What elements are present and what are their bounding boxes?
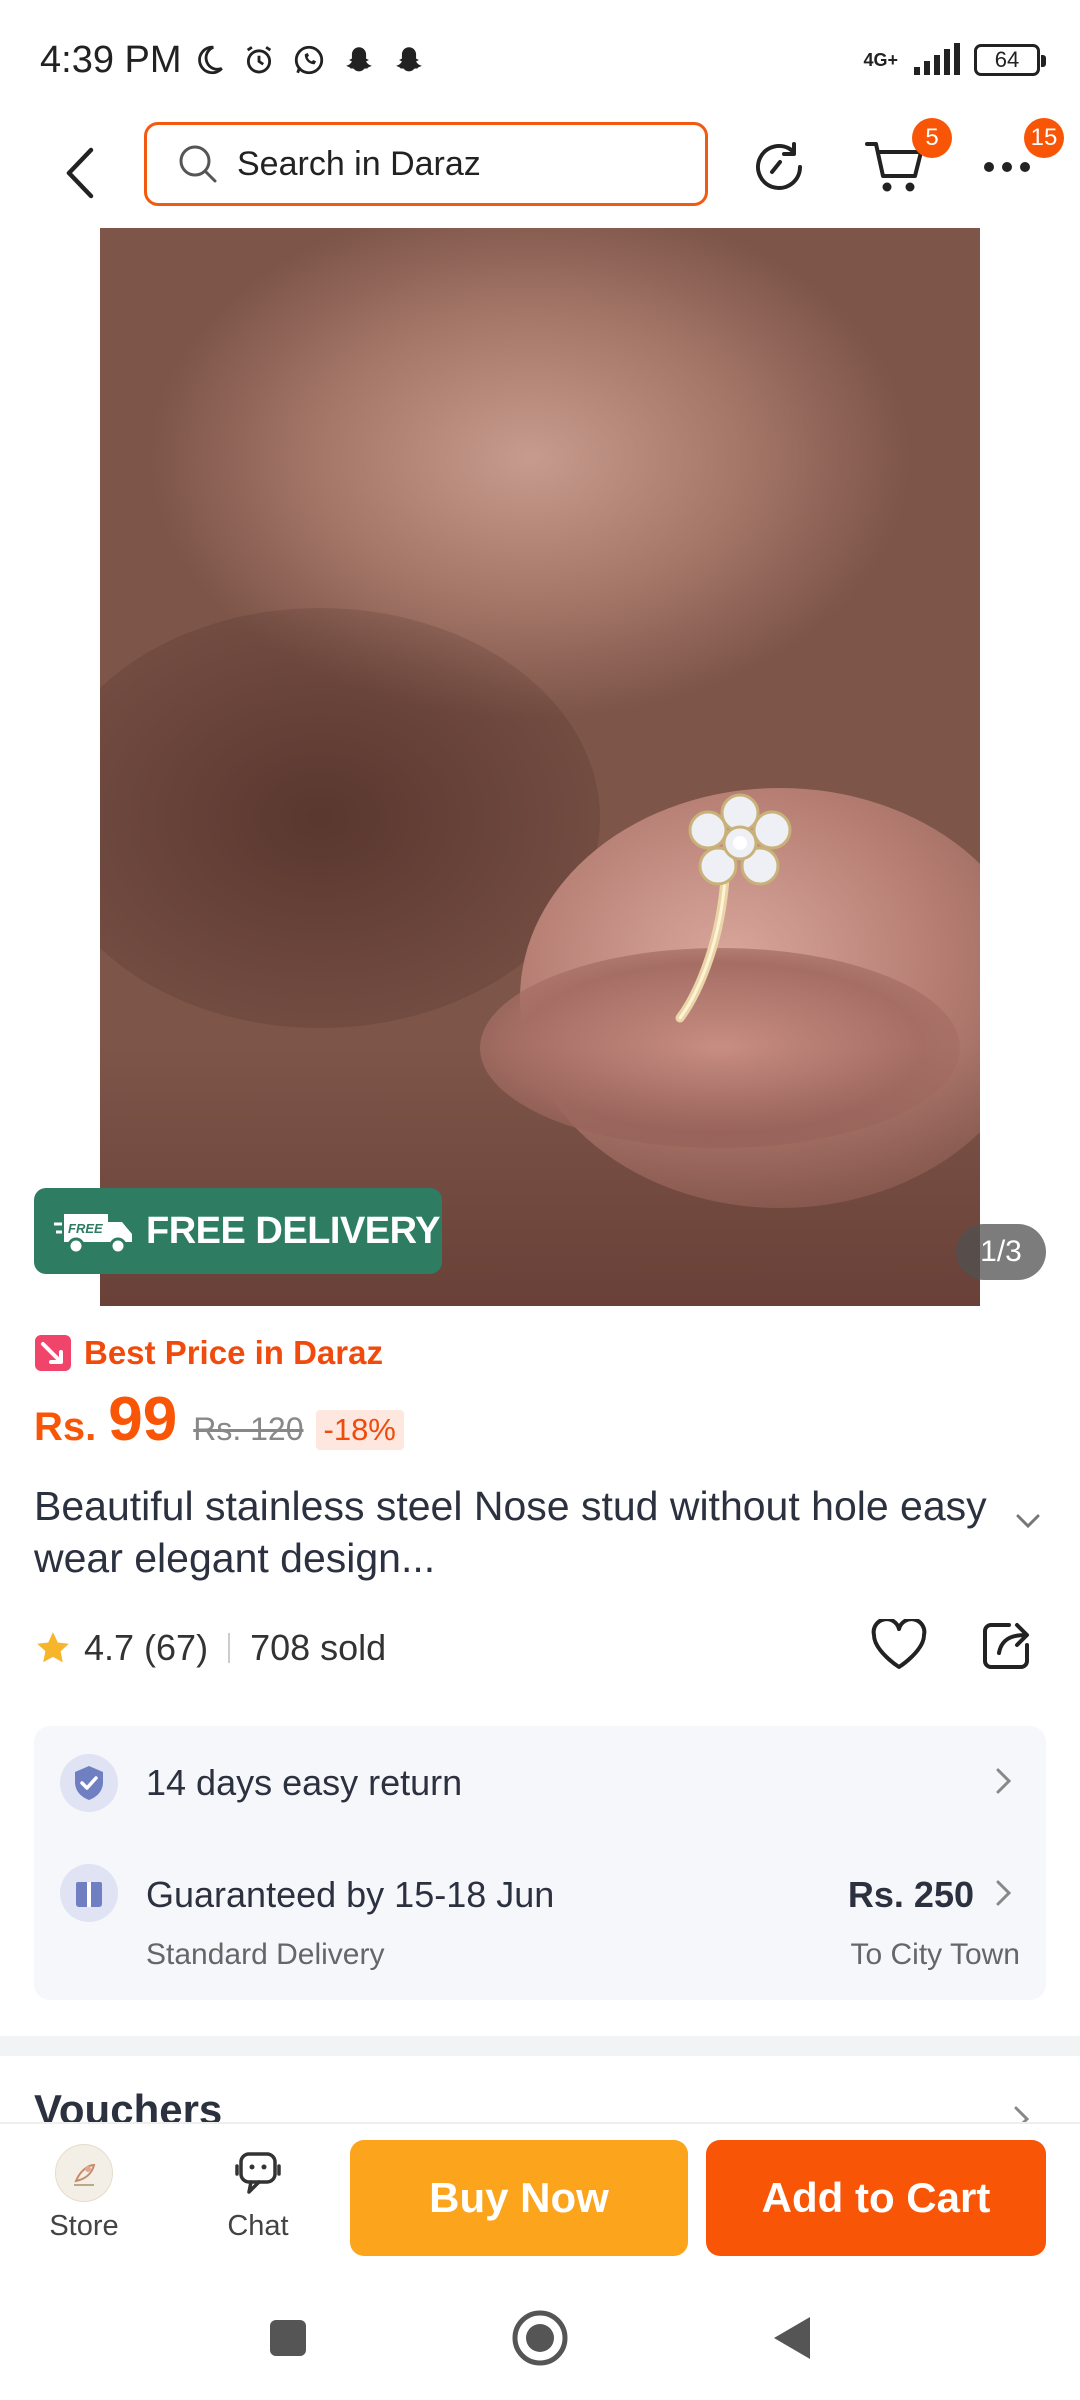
search-input[interactable] xyxy=(237,144,657,184)
square-icon xyxy=(270,2320,306,2356)
snapchat-icon xyxy=(395,47,422,72)
free-delivery-badge: FREE FREE DELIVERY xyxy=(34,1188,442,1274)
more-badge: 15 xyxy=(1024,118,1064,158)
status-right: 4G+ 64 xyxy=(863,43,1046,77)
home-button[interactable] xyxy=(510,2308,570,2368)
network-type: 4G+ xyxy=(863,50,898,70)
return-shield-icon xyxy=(60,1754,118,1812)
status-icons xyxy=(192,43,426,77)
delivery-type: Standard Delivery xyxy=(146,1938,385,1971)
moon-icon xyxy=(197,45,223,75)
wishlist-button[interactable] xyxy=(866,1612,932,1678)
delivery-label: Guaranteed by 15-18 Jun xyxy=(146,1874,555,1915)
history-icon xyxy=(756,142,802,190)
image-counter: 1/3 xyxy=(956,1224,1046,1280)
delivery-location: To City Town xyxy=(850,1938,1020,1971)
rating-value: 4.7 xyxy=(84,1627,135,1668)
delivery-truck-icon: FREE xyxy=(54,1214,132,1255)
status-bar: 4:39 PM 4G+ 64 xyxy=(0,0,1080,120)
store-label: Store xyxy=(49,2210,119,2242)
delivery-box-icon xyxy=(60,1864,118,1922)
status-time: 4:39 PM xyxy=(40,38,182,81)
delivery-fee: Rs. 250 xyxy=(847,1874,974,1915)
sold-count: 708 sold xyxy=(250,1627,387,1668)
battery-icon: 64 xyxy=(974,44,1046,76)
whatsapp-icon xyxy=(294,45,323,75)
buy-now-button[interactable]: Buy Now xyxy=(350,2140,688,2256)
recents-button[interactable] xyxy=(258,2308,318,2368)
price-value: 99 xyxy=(108,1385,178,1454)
home-circle-icon xyxy=(512,2310,568,2366)
top-nav: 5 15 xyxy=(0,118,1080,228)
product-title[interactable]: Beautiful stainless steel Nose stud with… xyxy=(34,1480,1014,1584)
price-currency: Rs. xyxy=(34,1405,97,1449)
signal-icon xyxy=(914,43,960,75)
history-button[interactable] xyxy=(744,132,814,202)
store-button[interactable]: Store xyxy=(24,2144,144,2243)
return-policy-row[interactable]: 14 days easy return xyxy=(34,1726,1046,1838)
alarm-icon xyxy=(246,46,271,74)
chat-button[interactable]: Chat xyxy=(198,2144,318,2243)
chevron-right-icon xyxy=(996,1880,1012,1906)
back-button[interactable] xyxy=(50,138,110,208)
chat-label: Chat xyxy=(227,2210,289,2242)
best-price-icon xyxy=(35,1335,71,1371)
rating-row[interactable]: 4.7 (67) 708 sold xyxy=(34,1620,386,1676)
discount-badge: -18% xyxy=(315,1410,404,1450)
system-nav-bar xyxy=(0,2270,1080,2400)
section-divider xyxy=(0,2036,1080,2056)
delivery-row[interactable]: Guaranteed by 15-18 Jun Standard Deliver… xyxy=(34,1838,1046,2000)
price-row: Rs. 99 Rs. 120 -18% xyxy=(34,1384,404,1455)
star-icon xyxy=(37,1632,69,1663)
original-price: Rs. 120 xyxy=(193,1411,304,1447)
best-price-label: Best Price in Daraz xyxy=(84,1334,383,1371)
system-back-button[interactable] xyxy=(762,2308,822,2368)
cart-badge: 5 xyxy=(912,118,952,158)
chevron-down-icon[interactable] xyxy=(1014,1512,1042,1530)
service-card: 14 days easy return Guaranteed by 15-18 … xyxy=(34,1726,1046,2000)
store-logo-icon xyxy=(55,2144,113,2202)
back-arrow-icon xyxy=(66,147,94,199)
triangle-back-icon xyxy=(774,2317,810,2359)
search-icon xyxy=(179,145,217,183)
free-delivery-label: FREE DELIVERY xyxy=(146,1209,441,1252)
cart-button[interactable]: 5 xyxy=(860,118,952,202)
more-icon xyxy=(984,162,1030,172)
best-price-banner: Best Price in Daraz xyxy=(34,1334,383,1372)
heart-icon xyxy=(871,1619,927,1669)
nose-stud-illustration xyxy=(675,793,792,1023)
rating-count: (67) xyxy=(144,1627,209,1668)
rating-separator xyxy=(228,1633,231,1663)
free-tag: FREE xyxy=(68,1221,103,1236)
product-image[interactable] xyxy=(100,228,980,1306)
chat-icon xyxy=(235,2152,281,2194)
add-to-cart-button[interactable]: Add to Cart xyxy=(706,2140,1046,2256)
more-button[interactable]: 15 xyxy=(972,118,1064,202)
bottom-action-bar: Store Chat Buy Now Add to Cart xyxy=(0,2122,1080,2270)
share-button[interactable] xyxy=(974,1612,1040,1678)
share-icon xyxy=(983,1623,1029,1669)
snapchat-icon xyxy=(345,47,372,72)
chevron-right-icon xyxy=(996,1768,1012,1794)
return-label: 14 days easy return xyxy=(146,1762,463,1803)
search-bar[interactable] xyxy=(144,122,708,206)
